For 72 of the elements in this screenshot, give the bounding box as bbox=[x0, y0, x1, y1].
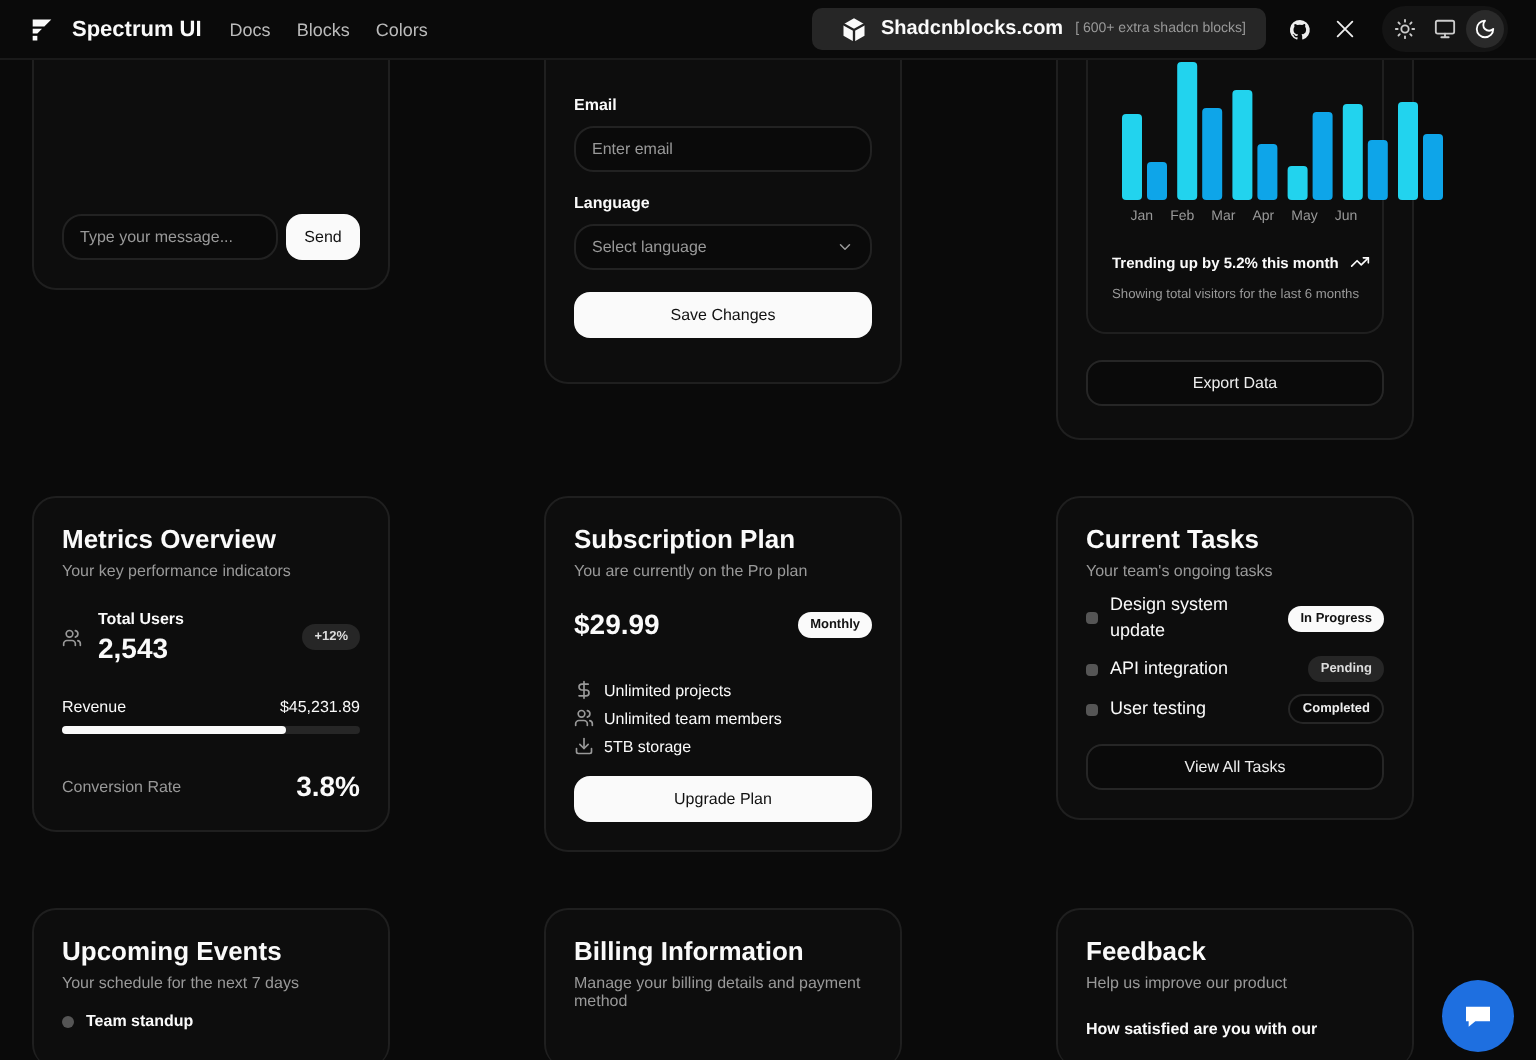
theme-button[interactable] bbox=[1466, 10, 1504, 48]
nav-link[interactable]: Docs bbox=[229, 19, 271, 39]
view-tasks-button[interactable]: View All Tasks bbox=[1086, 744, 1384, 790]
metric-value: $45,231.89 bbox=[279, 698, 360, 716]
chat-button[interactable] bbox=[1442, 980, 1514, 1052]
card-subtitle: Manage your billing details and payment method bbox=[574, 974, 863, 1010]
field-label: Language bbox=[574, 194, 652, 212]
feature-text: Unlimited projects bbox=[604, 681, 732, 699]
chevron-down-icon bbox=[836, 238, 854, 256]
metric-label: Revenue bbox=[62, 698, 127, 716]
save-button[interactable]: Save Changes bbox=[574, 292, 872, 338]
chart-bar bbox=[1147, 162, 1167, 200]
chart-bar bbox=[1122, 114, 1142, 200]
checkbox[interactable] bbox=[1086, 703, 1098, 715]
chart-bar bbox=[1312, 112, 1333, 200]
feature-text: 5TB storage bbox=[604, 737, 692, 755]
metric-label: Conversion Rate bbox=[62, 777, 182, 795]
users-icon bbox=[62, 627, 82, 647]
message-field[interactable]: Type your message... bbox=[62, 214, 278, 260]
chart-bar bbox=[1342, 104, 1363, 200]
price: $29.99 bbox=[574, 608, 660, 640]
checkbox[interactable] bbox=[1086, 612, 1098, 624]
metric-value: 3.8% bbox=[296, 770, 360, 802]
chart-bar bbox=[1232, 90, 1253, 200]
download-icon bbox=[574, 736, 594, 756]
card-title: Billing Information bbox=[574, 936, 806, 966]
export-button[interactable]: Export Data bbox=[1086, 360, 1384, 406]
chart-bar bbox=[1202, 108, 1223, 200]
checkbox[interactable] bbox=[1086, 663, 1098, 675]
card-subtitle: You are currently on the Pro plan bbox=[574, 562, 810, 580]
logo-icon bbox=[28, 15, 56, 43]
metric-value: 2,543 bbox=[98, 632, 171, 664]
nav-link[interactable]: Blocks bbox=[296, 19, 350, 39]
card-title: Subscription Plan bbox=[574, 524, 798, 554]
card-title: Upcoming Events bbox=[62, 936, 284, 966]
event-title: Team standup bbox=[86, 1012, 194, 1030]
feature-text: Unlimited team members bbox=[604, 709, 782, 727]
event-icon bbox=[62, 1015, 74, 1027]
monitor-icon bbox=[1434, 18, 1456, 40]
upgrade-button[interactable]: Upgrade Plan bbox=[574, 776, 872, 822]
chart-bar bbox=[1423, 134, 1443, 200]
metric-label: Total Users bbox=[98, 610, 186, 628]
github-icon bbox=[1287, 17, 1311, 41]
chart-bar bbox=[1367, 140, 1388, 200]
card-title: Current Tasks bbox=[1086, 524, 1261, 554]
card-title: Metrics Overview bbox=[62, 524, 278, 554]
nav-link[interactable]: Colors bbox=[375, 19, 428, 39]
send-button[interactable]: Send bbox=[286, 214, 360, 260]
chart-bar bbox=[1287, 166, 1308, 200]
card-subtitle: Your key performance indicators bbox=[62, 562, 293, 580]
chart-bar bbox=[1257, 144, 1278, 200]
email-field[interactable]: Enter email bbox=[574, 126, 872, 172]
task-name: Design system update bbox=[1110, 592, 1231, 644]
brand-name: Spectrum UI bbox=[72, 17, 202, 41]
language-select[interactable]: Select language bbox=[574, 224, 872, 270]
card-subtitle: Your team's ongoing tasks bbox=[1086, 562, 1275, 580]
users-icon bbox=[574, 708, 594, 728]
card-subtitle: Help us improve our product bbox=[1086, 974, 1289, 992]
card-subtitle: Your schedule for the next 7 days bbox=[62, 974, 301, 992]
sun-icon bbox=[1394, 18, 1416, 40]
x-logo-icon bbox=[1334, 18, 1356, 40]
chart-bar bbox=[1177, 62, 1198, 200]
chart-bar bbox=[1398, 102, 1418, 200]
task-name: User testing bbox=[1110, 696, 1209, 722]
trending-up-icon bbox=[1350, 252, 1371, 272]
card-title: Feedback bbox=[1086, 936, 1208, 966]
moon-icon bbox=[1474, 18, 1496, 40]
task-name: API integration bbox=[1110, 656, 1231, 682]
feedback-question: How satisfied are you with our bbox=[1086, 1020, 1320, 1038]
cube-icon bbox=[840, 15, 869, 43]
dollar-icon bbox=[574, 680, 594, 700]
field-label: Email bbox=[574, 96, 619, 114]
